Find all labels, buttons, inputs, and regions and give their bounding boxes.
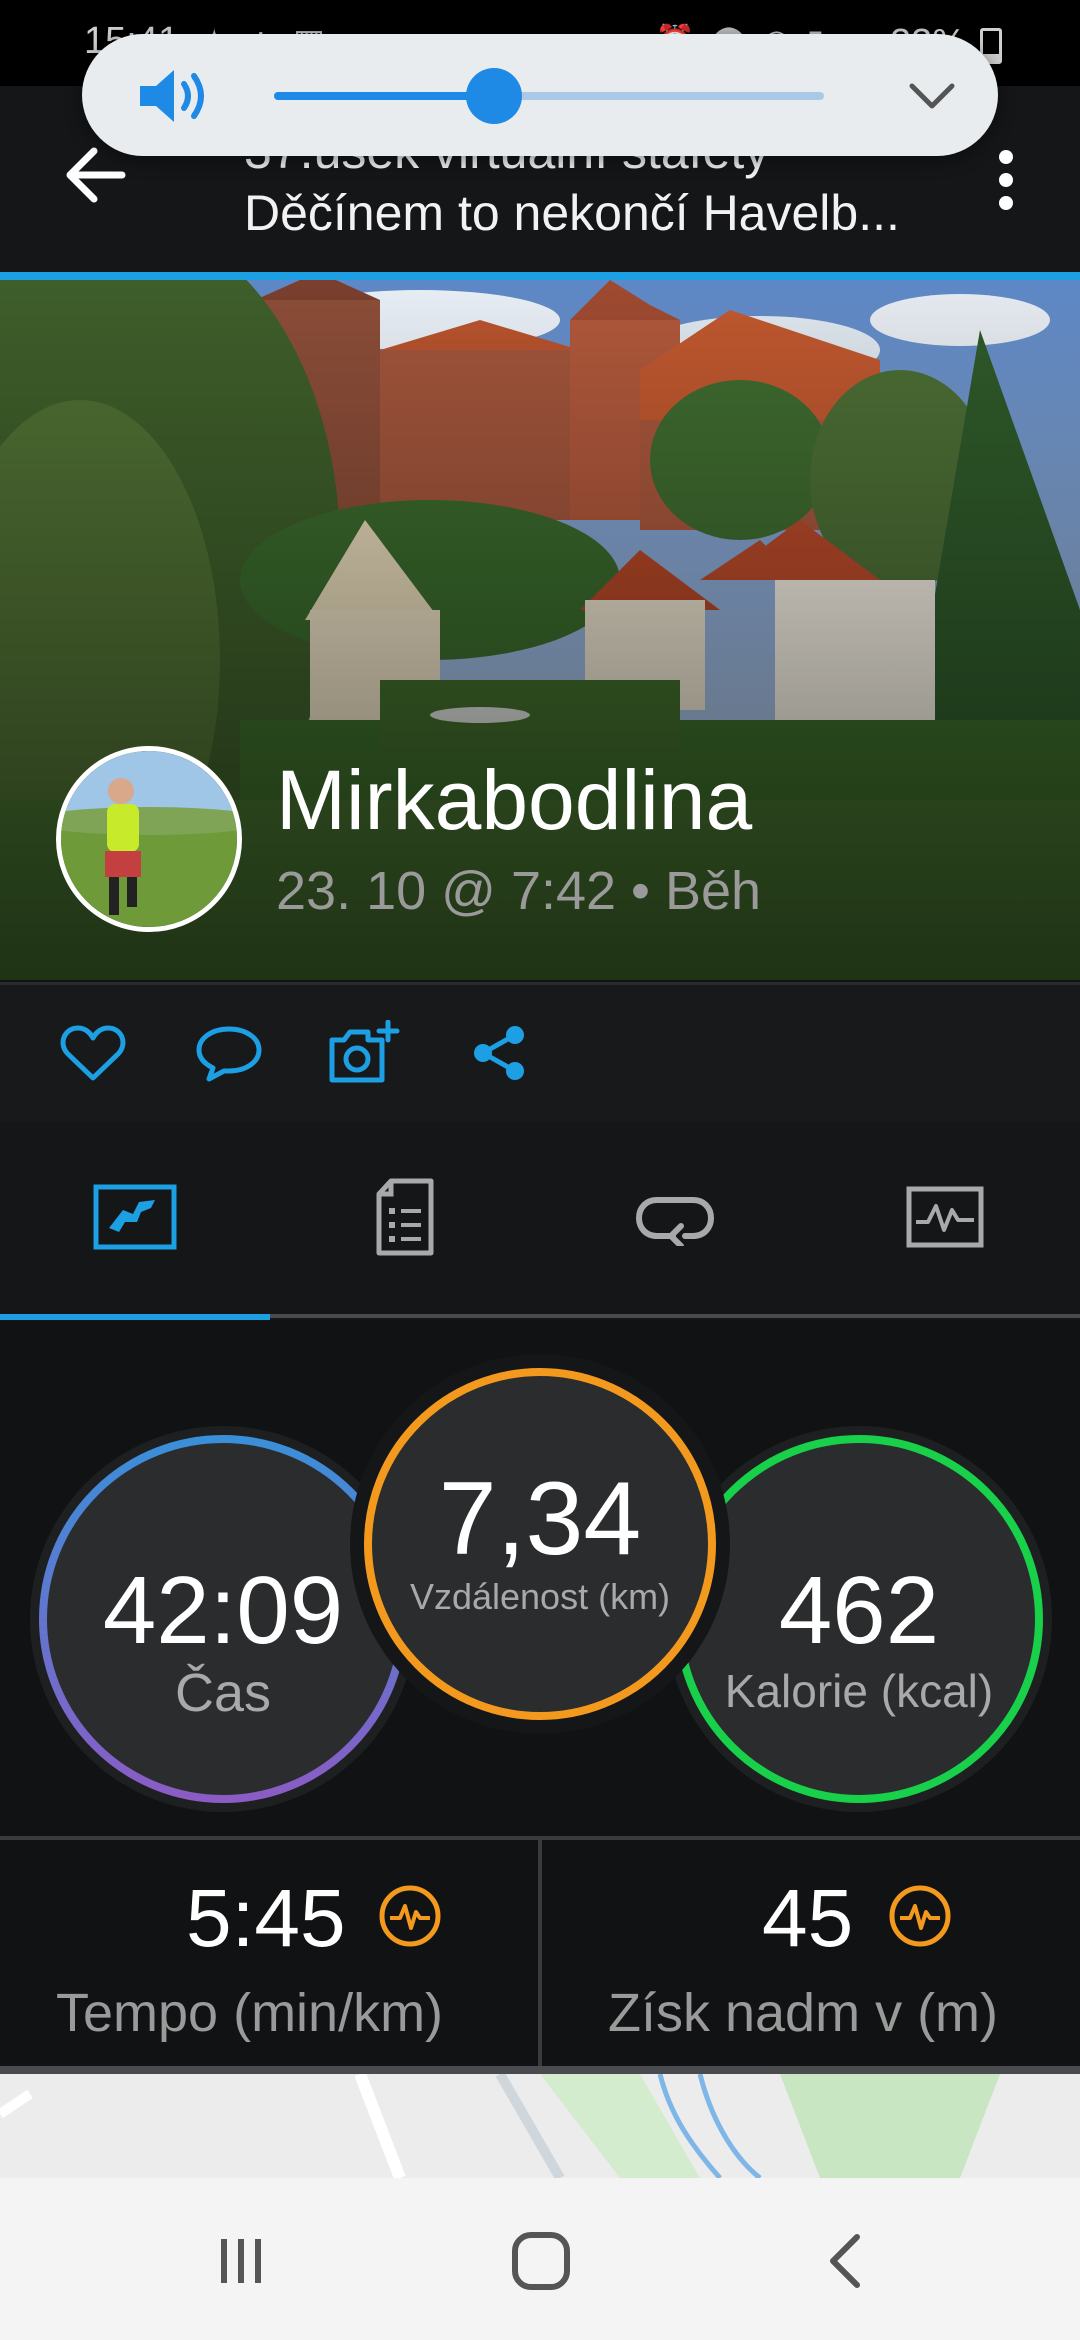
volume-slider-fill — [274, 92, 494, 100]
stats-area: 42:09 Čas 462 Kalorie (kcal) 7,34 Vzdále… — [0, 1320, 1080, 1838]
recent-apps-icon — [221, 2239, 261, 2283]
chart-icon — [906, 1186, 984, 1248]
tab-details[interactable] — [270, 1122, 540, 1312]
chevron-left-icon — [830, 2234, 860, 2288]
distance-stat: 7,34 Vzdálenost (km) — [350, 1354, 730, 1734]
add-photo-icon — [329, 1020, 400, 1083]
system-back-button[interactable] — [800, 2218, 890, 2304]
activity-title-line2: Děčínem to nekončí Havelb... — [244, 185, 900, 241]
pace-label: Tempo (min/km) — [56, 1983, 444, 2043]
map-top-border — [0, 2066, 1080, 2074]
user-name[interactable]: Mirkabodlina — [276, 752, 752, 849]
comment-icon — [196, 1026, 262, 1082]
map-preview[interactable] — [0, 2074, 1080, 2178]
elevation-label: Získ nadm v (m) — [608, 1983, 999, 2043]
add-photo-button[interactable] — [326, 1018, 400, 1088]
home-icon — [512, 2232, 570, 2290]
overview-icon — [93, 1184, 177, 1250]
heart-icon — [60, 1025, 126, 1081]
share-button[interactable] — [462, 1018, 536, 1088]
volume-panel — [82, 34, 998, 156]
tab-overview[interactable] — [0, 1122, 270, 1312]
activity-pulse-icon[interactable] — [888, 1884, 952, 1948]
share-icon — [474, 1026, 524, 1080]
recent-apps-button[interactable] — [196, 2218, 286, 2304]
elevation-value: 45 — [762, 1873, 854, 1964]
activity-pulse-icon[interactable] — [378, 1884, 442, 1948]
distance-label: Vzdálenost (km) — [409, 1576, 671, 1617]
action-bar — [0, 982, 1080, 1126]
tab-charts[interactable] — [810, 1122, 1080, 1312]
more-options-button[interactable] — [978, 140, 1034, 220]
home-button[interactable] — [496, 2218, 586, 2304]
arrow-left-icon — [66, 147, 126, 203]
more-dots-icon — [999, 150, 1013, 164]
speaker-icon[interactable] — [136, 64, 216, 128]
loop-icon — [635, 1197, 715, 1246]
like-button[interactable] — [56, 1018, 130, 1088]
tab-laps[interactable] — [540, 1122, 810, 1312]
comment-button[interactable] — [192, 1018, 266, 1088]
header-accent-line — [0, 272, 1080, 280]
document-icon — [376, 1178, 434, 1256]
chevron-down-icon[interactable] — [902, 72, 962, 122]
avatar[interactable] — [56, 746, 242, 932]
volume-slider-thumb[interactable] — [466, 68, 522, 124]
activity-date-type: 23. 10 @ 7:42 • Běh — [276, 861, 762, 921]
pace-value: 5:45 — [186, 1873, 346, 1964]
metrics-divider — [538, 1840, 542, 2068]
distance-value: 7,34 — [438, 1461, 642, 1577]
